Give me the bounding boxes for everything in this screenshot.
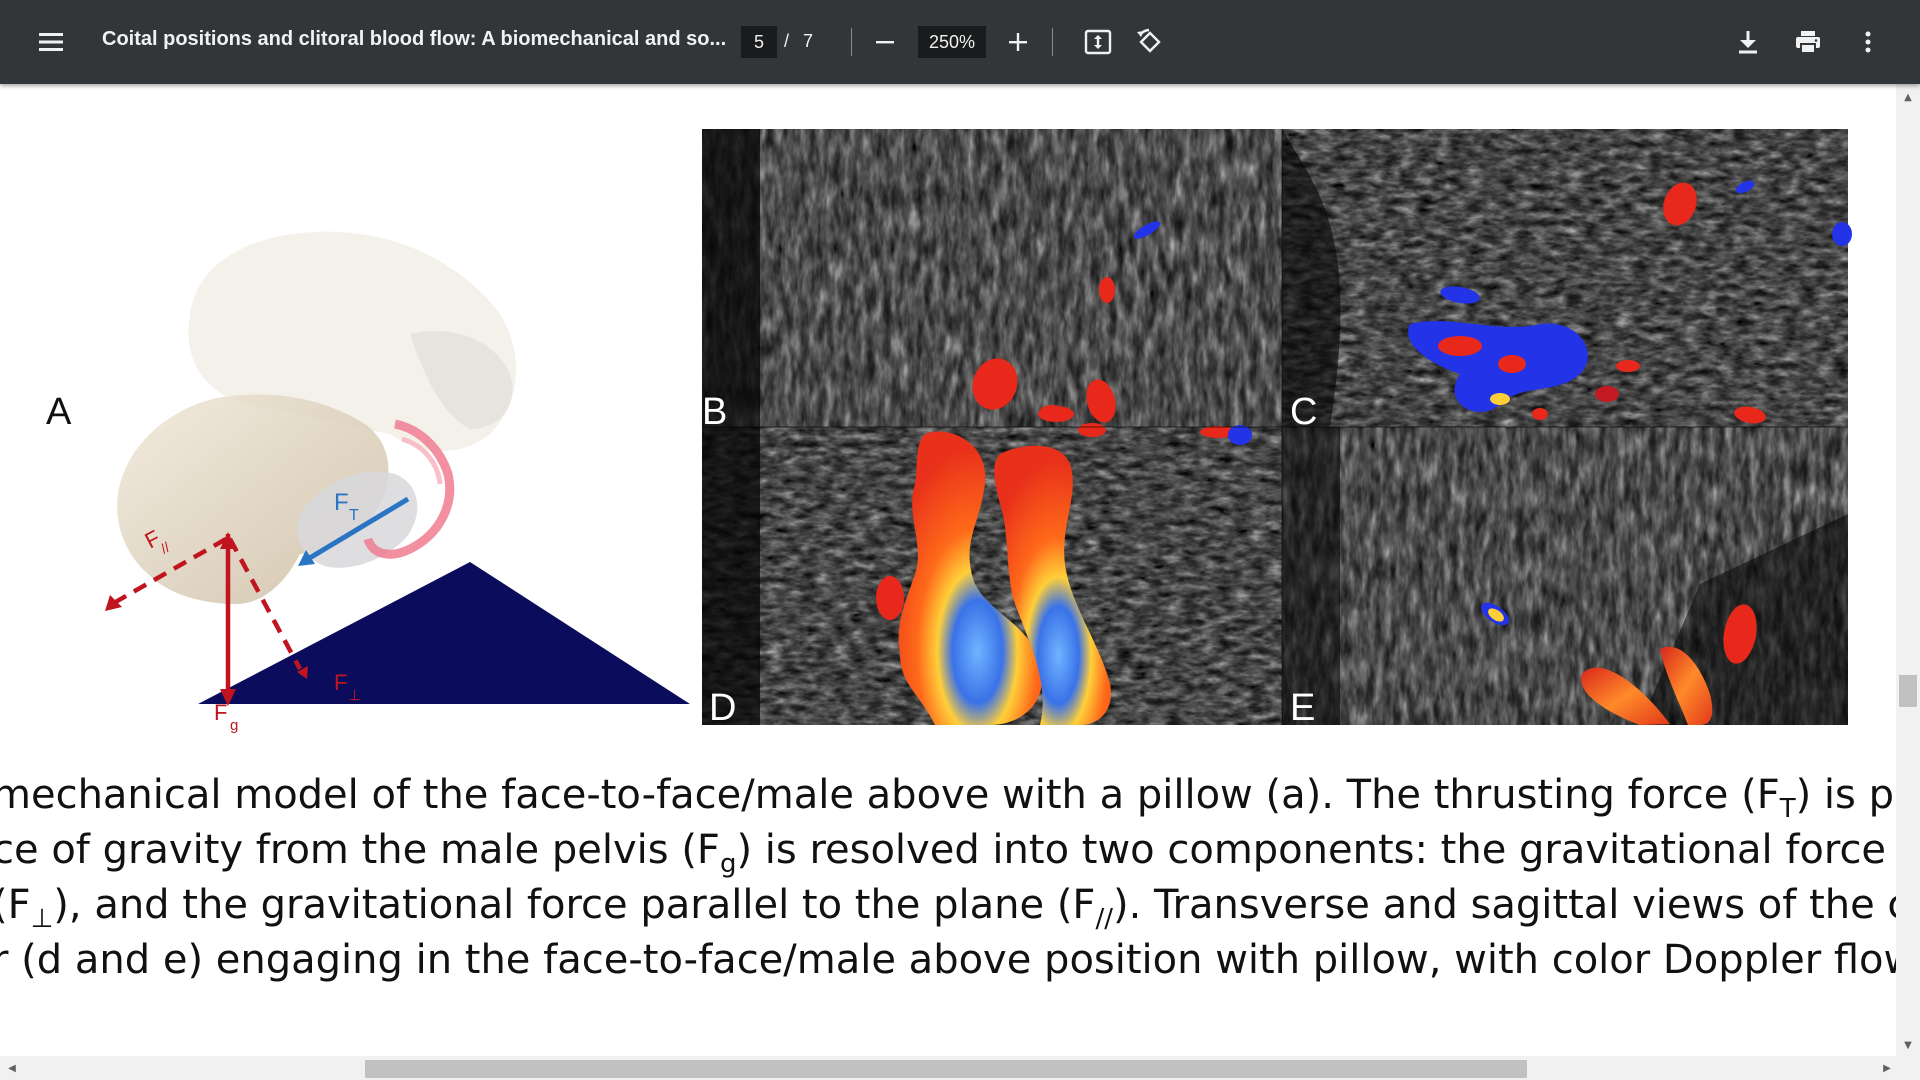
- force-gravity-subscript: g: [230, 717, 238, 734]
- caption-subscript: //: [1095, 904, 1113, 934]
- force-gravity-label: F: [214, 700, 227, 725]
- panel-d-label: D: [709, 687, 736, 729]
- force-thrust-label: F: [334, 489, 349, 516]
- figure: A F T F // F g F ⊥ B C D E: [46, 129, 1852, 734]
- minus-icon[interactable]: [865, 22, 905, 62]
- scroll-down-arrow-icon[interactable]: ▼: [1899, 1036, 1917, 1054]
- caption-text: ). Transverse and sagittal views of the …: [1112, 882, 1920, 928]
- caption-text: ), and the gravitational force parallel …: [53, 882, 1096, 928]
- panel-a-diagram: A F T F // F g F ⊥: [46, 231, 690, 734]
- document-title: Coital positions and clitoral blood flow…: [102, 28, 727, 50]
- zoom-level-input[interactable]: [918, 26, 986, 58]
- page-total: 7: [803, 31, 814, 51]
- horizontal-scrollbar-thumb[interactable]: [365, 1060, 1527, 1078]
- force-thrust-subscript: T: [349, 507, 359, 524]
- pdf-page-viewport[interactable]: A F T F // F g F ⊥ B C D E mechanical mo…: [0, 84, 1920, 1056]
- pdf-toolbar: Coital positions and clitoral blood flow…: [0, 0, 1920, 84]
- page-number-input[interactable]: [741, 26, 777, 58]
- toolbar-divider: [851, 28, 852, 56]
- caption-line: r (d and e) engaging in the face-to-face…: [0, 933, 1920, 988]
- scroll-up-arrow-icon[interactable]: ▲: [1899, 88, 1917, 106]
- panel-b-label: B: [702, 391, 727, 433]
- caption-subscript: g: [719, 849, 737, 879]
- ultrasound-panels: B C D E: [702, 129, 1852, 729]
- panel-a-label: A: [46, 391, 72, 433]
- page-separator: /: [784, 31, 790, 51]
- force-perp-label: F: [334, 670, 347, 695]
- caption-subscript: T: [1779, 794, 1796, 824]
- more-vertical-icon[interactable]: [1848, 22, 1888, 62]
- scroll-right-arrow-icon[interactable]: ▶: [1878, 1059, 1896, 1077]
- toolbar-divider: [1052, 28, 1053, 56]
- figure-caption: mechanical model of the face-to-face/mal…: [0, 768, 1920, 988]
- force-perp-subscript: ⊥: [348, 687, 361, 704]
- panel-c-label: C: [1290, 391, 1317, 433]
- download-icon[interactable]: [1728, 22, 1768, 62]
- caption-text: r (d and e) engaging in the face-to-face…: [0, 937, 1920, 983]
- vertical-scrollbar[interactable]: [1896, 84, 1920, 1056]
- caption-subscript: ⊥: [30, 904, 54, 934]
- caption-line: ce of gravity from the male pelvis (Fg) …: [0, 823, 1920, 879]
- panel-e-label: E: [1290, 687, 1315, 729]
- caption-text: ce of gravity from the male pelvis (F: [0, 827, 720, 873]
- vertical-scrollbar-thumb[interactable]: [1899, 675, 1917, 707]
- plus-icon[interactable]: [998, 22, 1038, 62]
- caption-text: ) is resolved into two components: the g…: [736, 827, 1920, 873]
- print-icon[interactable]: [1788, 22, 1828, 62]
- caption-line: mechanical model of the face-to-face/mal…: [0, 768, 1920, 824]
- fit-to-page-icon[interactable]: [1078, 22, 1118, 62]
- caption-line: (F⊥), and the gravitational force parall…: [0, 878, 1920, 934]
- caption-text: (F: [0, 882, 31, 928]
- hamburger-menu-icon[interactable]: [31, 22, 71, 62]
- scroll-left-arrow-icon[interactable]: ◀: [3, 1059, 21, 1077]
- rotate-icon[interactable]: [1130, 22, 1170, 62]
- caption-text: mechanical model of the face-to-face/mal…: [0, 772, 1780, 818]
